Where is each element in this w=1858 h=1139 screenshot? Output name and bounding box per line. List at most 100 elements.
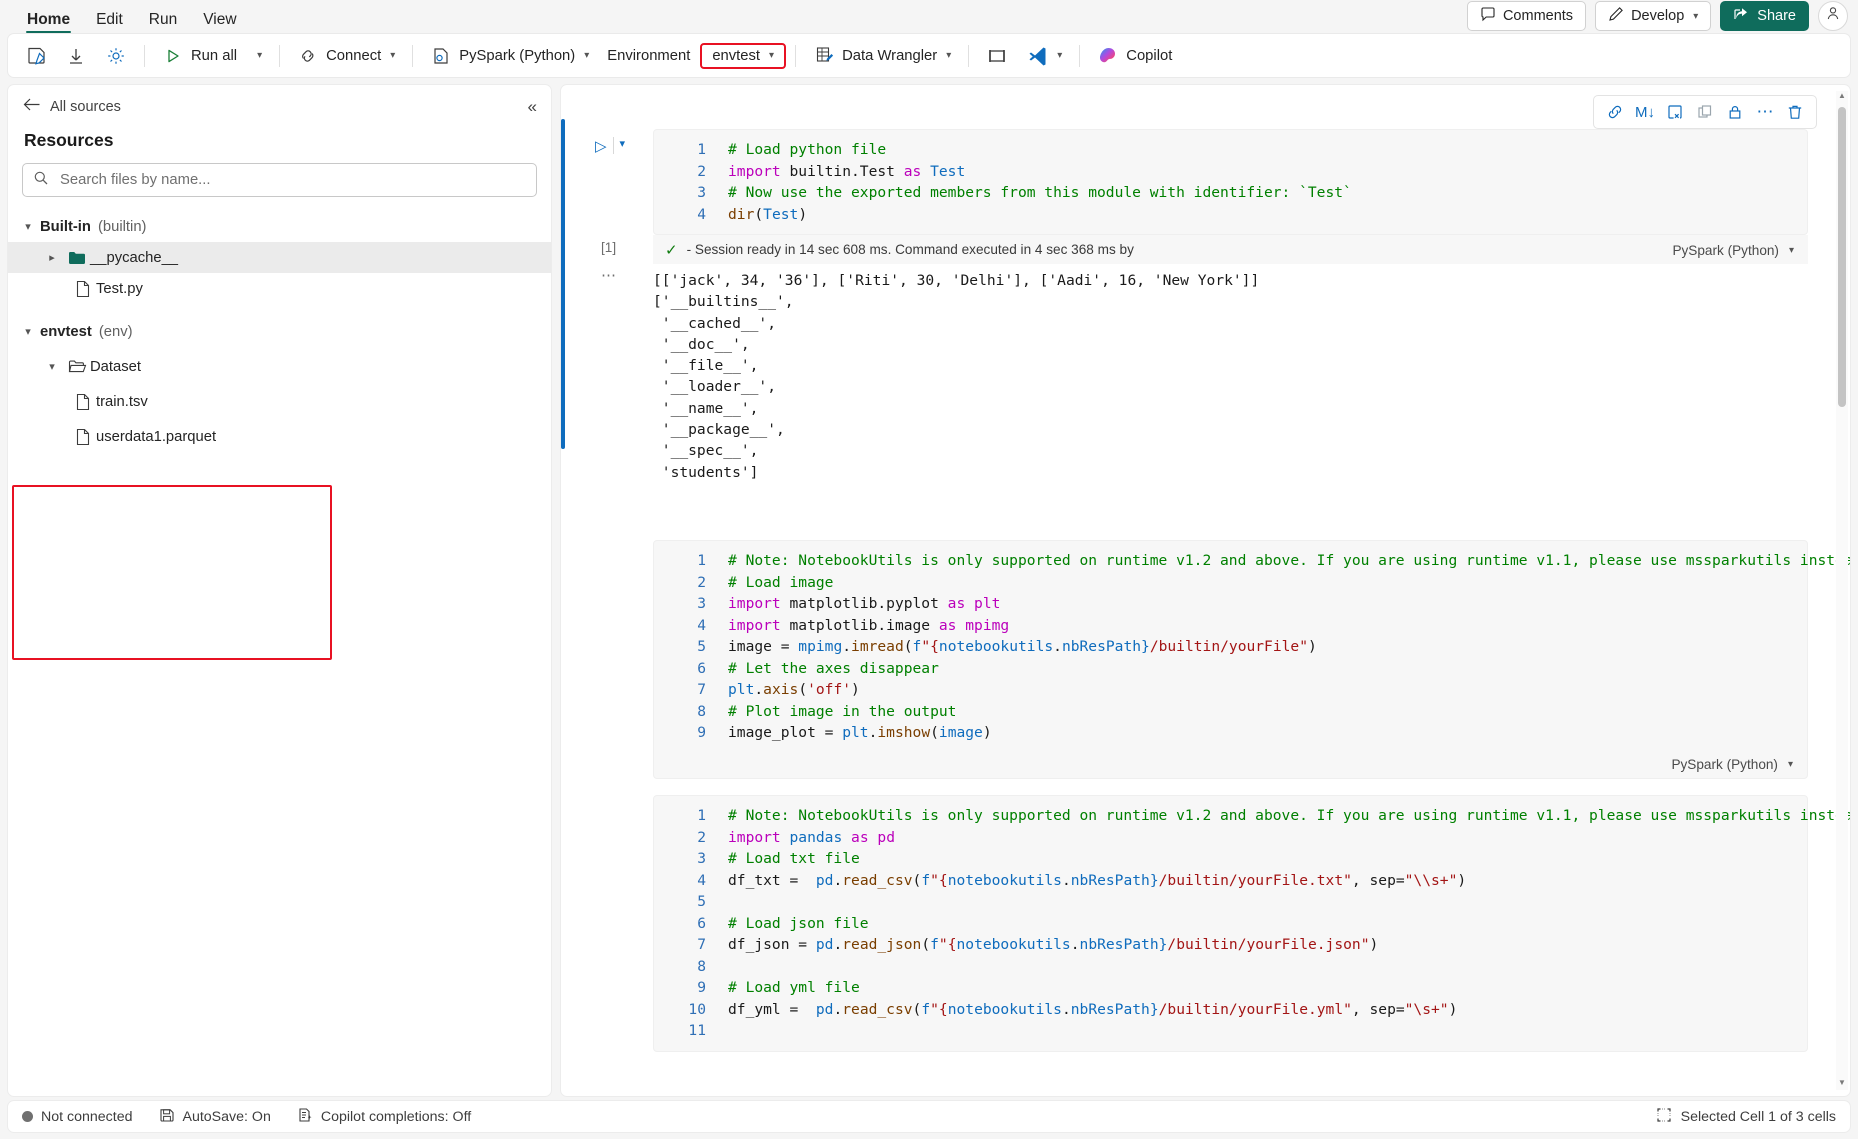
scroll-up-arrow-icon[interactable]: ▲ <box>1836 91 1848 103</box>
environment-button[interactable]: Environment <box>599 40 698 72</box>
tree-group-builtin[interactable]: ▾ Built-in (builtin) <box>8 211 551 242</box>
tree-label: Built-in <box>40 218 91 235</box>
run-cell-icon[interactable]: ▷ <box>595 137 607 155</box>
data-wrangler-label: Data Wrangler <box>842 47 938 64</box>
save-as-notebook-button[interactable] <box>17 40 55 72</box>
connect-button[interactable]: Connect ▾ <box>289 40 403 72</box>
tree-item-train-tsv[interactable]: train.tsv <box>8 386 551 417</box>
notebook-scrollbar[interactable]: ▲ ▼ <box>1836 91 1848 1090</box>
env-selector[interactable]: envtest ▾ <box>700 42 787 69</box>
tree-item-pycache[interactable]: ▸ __pycache__ <box>8 242 551 273</box>
more-options-icon[interactable]: ⋯ <box>1752 99 1778 125</box>
settings-button[interactable] <box>97 40 135 72</box>
connection-label: Not connected <box>41 1108 133 1125</box>
notebook-app: Home Edit Run View Comments Develop ▾ Sh… <box>0 0 1858 1139</box>
toolbar-divider <box>144 44 145 67</box>
tree-sublabel: (env) <box>98 323 133 340</box>
tree-label: Dataset <box>90 358 141 375</box>
chevron-down-icon: ▾ <box>257 50 263 61</box>
share-button[interactable]: Share <box>1720 1 1809 31</box>
kernel-selector[interactable]: PySpark (Python) ▾ <box>422 40 597 72</box>
vscode-icon <box>1026 45 1048 67</box>
plug-icon <box>297 45 319 67</box>
run-all-button[interactable]: Run all <box>154 40 245 72</box>
tree-label: envtest <box>40 323 92 340</box>
tree-item-test-py[interactable]: Test.py <box>8 273 551 304</box>
chevron-down-icon: ▾ <box>1787 758 1793 770</box>
active-cell-indicator <box>561 119 565 449</box>
share-label: Share <box>1757 8 1796 24</box>
comment-icon <box>1480 6 1496 26</box>
duplicate-icon[interactable] <box>1692 99 1718 125</box>
resources-sidebar: All sources « Resources ▾ Built-in (buil… <box>7 84 552 1097</box>
tab-edit[interactable]: Edit <box>83 11 136 34</box>
file-icon <box>70 428 96 446</box>
tab-view[interactable]: View <box>190 11 249 34</box>
markdown-convert-icon[interactable]: M↓ <box>1632 99 1658 125</box>
clear-output-icon[interactable] <box>1662 99 1688 125</box>
tree-item-dataset[interactable]: ▾ Dataset <box>8 351 551 382</box>
tree-label: Test.py <box>96 280 143 297</box>
notebook-toolbar: Run all ▾ Connect ▾ PySpark (Python) ▾ E… <box>7 33 1851 78</box>
share-icon <box>1733 6 1750 26</box>
search-icon <box>33 170 49 191</box>
scroll-down-arrow-icon[interactable]: ▼ <box>1836 1078 1848 1090</box>
copilot-icon <box>1097 45 1119 67</box>
cell-3-body: 1 # Note: NotebookUtils is only supported… <box>653 795 1850 1052</box>
autosave-status[interactable]: AutoSave: On <box>159 1107 271 1127</box>
chevron-down-icon: ▾ <box>1693 10 1699 22</box>
pencil-icon <box>1608 6 1624 26</box>
tab-home[interactable]: Home <box>14 11 83 34</box>
all-sources-back-button[interactable]: All sources <box>22 97 121 116</box>
chevron-right-icon[interactable]: ▸ <box>40 251 64 264</box>
output-more-icon[interactable]: ⋯ <box>601 266 617 284</box>
sidebar-title: Resources <box>24 130 114 150</box>
search-box[interactable] <box>22 163 537 197</box>
copilot-completions-label: Copilot completions: Off <box>320 1108 472 1125</box>
cell-1-editor[interactable]: 1 # Load python file 2 import builtin.Test… <box>653 129 1808 235</box>
cell-2-body: 1 # Note: NotebookUtils is only supported… <box>653 540 1850 779</box>
comments-button[interactable]: Comments <box>1466 1 1587 31</box>
resource-tree: ▾ Built-in (builtin) ▸ __pycache__ Test.… <box>8 207 551 660</box>
develop-button[interactable]: Develop ▾ <box>1595 1 1712 31</box>
save-edit-icon <box>25 45 47 67</box>
tree-group-envtest[interactable]: ▾ envtest (env) <box>8 316 551 347</box>
chevron-down-icon[interactable]: ▾ <box>40 360 64 373</box>
toolbar-divider <box>1079 44 1081 67</box>
folder-open-icon <box>64 359 90 374</box>
success-check-icon: ✓ <box>665 241 678 259</box>
tree-item-userdata1-parquet[interactable]: userdata1.parquet <box>8 421 551 452</box>
data-wrangler-button[interactable]: Data Wrangler ▾ <box>805 40 959 72</box>
lock-icon[interactable] <box>1722 99 1748 125</box>
copilot-completions-status[interactable]: Copilot completions: Off <box>297 1107 471 1127</box>
cell-3-editor[interactable]: 1 # Note: NotebookUtils is only supported… <box>653 795 1850 1052</box>
link-cell-icon[interactable] <box>1602 99 1628 125</box>
layout-button[interactable] <box>978 40 1016 72</box>
share-people-button[interactable] <box>1818 1 1848 31</box>
connection-status[interactable]: Not connected <box>22 1109 133 1125</box>
cell-3-code: 1 # Note: NotebookUtils is only supported… <box>688 807 1850 1039</box>
chevron-down-icon: ▾ <box>584 50 590 61</box>
cell-2-editor[interactable]: 1 # Note: NotebookUtils is only supported… <box>653 540 1850 779</box>
chevron-down-icon[interactable]: ▾ <box>620 137 626 150</box>
chevron-down-icon[interactable]: ▾ <box>16 220 40 233</box>
scrollbar-thumb[interactable] <box>1838 107 1846 407</box>
selection-box-icon <box>1656 1107 1672 1127</box>
tab-run[interactable]: Run <box>136 11 190 34</box>
collapse-panel-button[interactable]: « <box>528 98 537 115</box>
cell-2-language-selector[interactable]: PySpark (Python) ▾ <box>1671 757 1793 772</box>
chevron-down-icon[interactable]: ▾ <box>16 325 40 338</box>
cell-selection-status[interactable]: Selected Cell 1 of 3 cells <box>1656 1107 1836 1127</box>
download-button[interactable] <box>57 40 95 72</box>
execution-count: [1] <box>601 240 617 255</box>
cell-1-language-selector[interactable]: PySpark (Python) ▾ <box>1672 243 1794 258</box>
vscode-button[interactable]: ▾ <box>1018 40 1070 72</box>
chevron-down-icon: ▾ <box>1057 50 1063 61</box>
tree-label: __pycache__ <box>90 249 179 266</box>
run-all-dropdown[interactable]: ▾ <box>247 40 270 72</box>
kernel-icon <box>430 45 452 67</box>
data-wrangler-icon <box>813 45 835 67</box>
copilot-button[interactable]: Copilot <box>1089 40 1180 72</box>
search-input[interactable] <box>58 171 526 189</box>
delete-icon[interactable] <box>1782 99 1808 125</box>
